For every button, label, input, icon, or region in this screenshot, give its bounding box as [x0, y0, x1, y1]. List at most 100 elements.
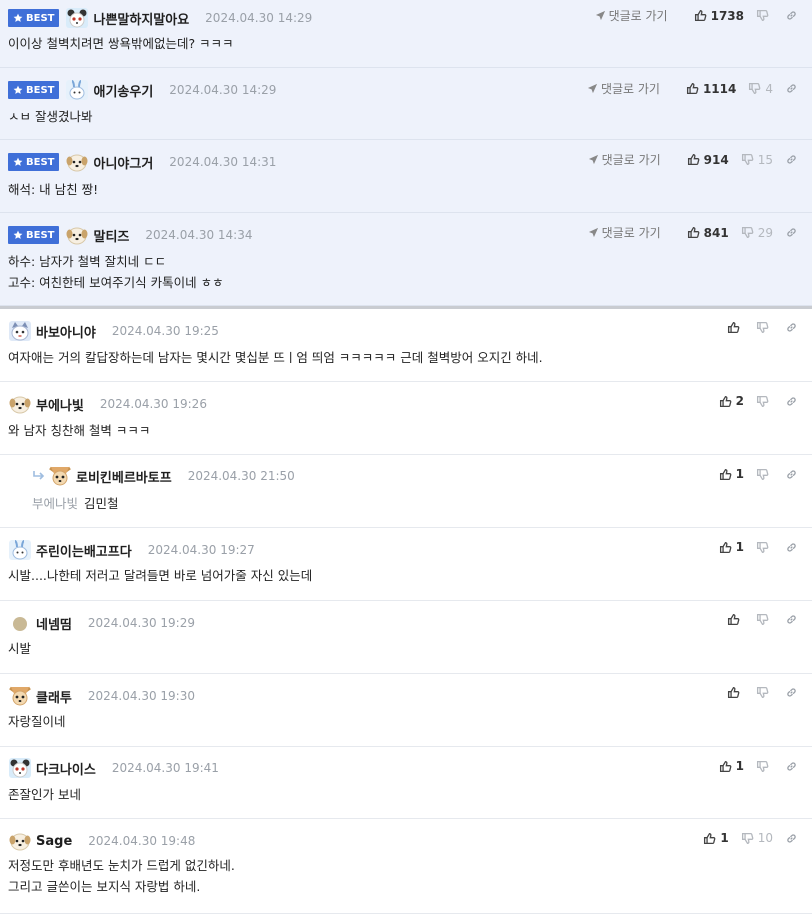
comment-text-line: 저정도만 후배년도 눈치가 드럽게 없긴하네.	[8, 858, 235, 873]
puppy-avatar[interactable]	[65, 224, 89, 246]
downvote-button[interactable]	[756, 541, 773, 554]
upvote-button[interactable]: 841	[687, 226, 729, 240]
star-icon	[13, 230, 23, 240]
send-icon	[587, 83, 598, 94]
downvote-button[interactable]: 15	[741, 153, 773, 167]
upvote-button[interactable]: 1	[719, 759, 744, 773]
share-link-button[interactable]	[785, 468, 798, 481]
link-icon	[785, 686, 798, 699]
downvote-button[interactable]	[756, 321, 773, 334]
upvote-button[interactable]: 2	[719, 394, 744, 408]
author-nickname[interactable]: 다크나이스	[36, 759, 96, 778]
downvote-button[interactable]	[756, 468, 773, 481]
goto-comment-link[interactable]: 댓글로 가기	[595, 7, 668, 24]
cat-avatar[interactable]	[8, 320, 32, 342]
downvote-button[interactable]	[756, 395, 773, 408]
chihuahua-avatar[interactable]	[8, 685, 32, 707]
goto-comment-label: 댓글로 가기	[601, 226, 661, 240]
upvote-button[interactable]	[727, 686, 744, 699]
reply-target-nickname[interactable]: 부에나빛	[32, 496, 78, 511]
upvote-button[interactable]: 1114	[686, 82, 736, 96]
goto-comment-link[interactable]: 댓글로 가기	[588, 151, 661, 168]
author-nickname[interactable]: 클래투	[36, 687, 72, 706]
comment-date: 2024.04.30 14:31	[169, 155, 277, 169]
upvote-button[interactable]: 914	[687, 153, 729, 167]
comment-actions: 1	[707, 467, 798, 481]
share-link-button[interactable]	[785, 760, 798, 773]
best-badge-label: BEST	[26, 156, 55, 168]
downvote-button[interactable]: 4	[748, 82, 773, 96]
author-nickname[interactable]: Sage	[36, 834, 72, 849]
comment-text-line: ㅅㅂ 잘생겼나봐	[8, 109, 93, 124]
author-nickname[interactable]: 주린이는배고프다	[36, 541, 132, 560]
upvote-count: 1738	[710, 8, 744, 23]
share-link-button[interactable]	[785, 686, 798, 699]
comment-header: 클래투 2024.04.30 19:30	[8, 686, 195, 706]
upvote-button[interactable]: 1738	[694, 9, 744, 23]
upvote-button[interactable]	[727, 321, 744, 334]
author-nickname[interactable]: 나쁜말하지말아요	[93, 9, 189, 28]
author-nickname[interactable]: 아니야그거	[93, 153, 153, 172]
downvote-button[interactable]: 29	[741, 226, 773, 240]
comment-date: 2024.04.30 19:26	[99, 397, 207, 411]
puppy-avatar[interactable]	[65, 151, 89, 173]
share-link-button[interactable]	[785, 613, 798, 626]
comment-text-line: 하수: 남자가 철벽 잘치네 ㄷㄷ	[8, 254, 167, 269]
puppy-avatar[interactable]	[8, 830, 32, 852]
share-link-button[interactable]	[785, 832, 798, 845]
author-nickname[interactable]: 부에나빛	[36, 395, 84, 414]
comment-body: 시발	[8, 638, 31, 659]
downvote-button[interactable]	[756, 613, 773, 626]
rabbit-avatar[interactable]	[65, 79, 89, 101]
upvote-button[interactable]: 1	[719, 467, 744, 481]
author-nickname[interactable]: 네넴띰	[36, 614, 72, 633]
rabbit-avatar[interactable]	[8, 539, 32, 561]
author-nickname[interactable]: 애기송우기	[93, 81, 153, 100]
share-link-button[interactable]	[785, 153, 798, 166]
share-link-button[interactable]	[785, 321, 798, 334]
downvote-count: 29	[757, 225, 773, 240]
link-icon	[785, 9, 798, 22]
goto-comment-link[interactable]: 댓글로 가기	[588, 224, 661, 241]
downvote-button[interactable]	[756, 760, 773, 773]
thumbs-up-icon	[727, 321, 740, 334]
downvote-button[interactable]: 10	[741, 831, 773, 845]
goto-comment-link[interactable]: 댓글로 가기	[587, 80, 660, 97]
downvote-button[interactable]	[756, 686, 773, 699]
share-link-button[interactable]	[785, 82, 798, 95]
upvote-button[interactable]: 1	[703, 831, 729, 845]
chihuahua-avatar[interactable]	[48, 465, 72, 487]
thumbs-up-icon	[727, 613, 740, 626]
author-nickname[interactable]: 말티즈	[93, 226, 129, 245]
comment-body: 해석: 내 남친 짱!	[8, 179, 98, 200]
thumbs-up-icon	[719, 395, 732, 408]
thumbs-down-icon	[748, 82, 761, 95]
comment-date: 2024.04.30 19:29	[87, 616, 195, 630]
goto-comment-label: 댓글로 가기	[608, 9, 668, 23]
dot-avatar[interactable]	[8, 612, 32, 634]
downvote-count: 15	[757, 152, 773, 167]
comment-header: 부에나빛 2024.04.30 19:26	[8, 394, 207, 414]
comment-date: 2024.04.30 14:29	[205, 11, 313, 25]
author-nickname[interactable]: 로비킨베르바토프	[76, 467, 172, 486]
comment-actions: 댓글로 가기 1114 4	[587, 80, 798, 97]
thumbs-up-icon	[719, 468, 732, 481]
link-icon	[785, 82, 798, 95]
share-link-button[interactable]	[785, 9, 798, 22]
panda-avatar[interactable]	[8, 757, 32, 779]
panda-avatar[interactable]	[65, 7, 89, 29]
thumbs-down-icon	[741, 832, 754, 845]
upvote-button[interactable]: 1	[719, 540, 744, 554]
author-nickname[interactable]: 바보아니야	[36, 322, 96, 341]
downvote-button[interactable]	[756, 9, 773, 22]
share-link-button[interactable]	[785, 226, 798, 239]
puppy-avatar[interactable]	[8, 393, 32, 415]
upvote-button[interactable]	[727, 613, 744, 626]
share-link-button[interactable]	[785, 541, 798, 554]
link-icon	[785, 760, 798, 773]
star-icon	[13, 157, 23, 167]
upvote-count: 1	[720, 831, 729, 845]
comment-body: 하수: 남자가 철벽 잘치네 ㄷㄷ 고수: 여친한테 보여주기식 카톡이네 ㅎㅎ	[8, 251, 224, 293]
comment-date: 2024.04.30 14:29	[169, 83, 277, 97]
share-link-button[interactable]	[785, 395, 798, 408]
